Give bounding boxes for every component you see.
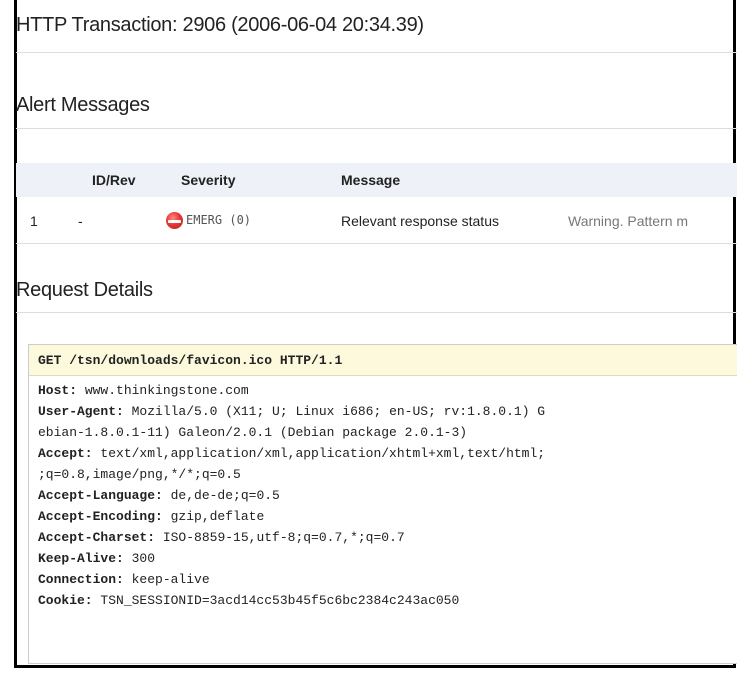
header-value: www.thinkingstone.com xyxy=(77,383,249,398)
header-key: Accept: xyxy=(38,446,93,461)
header-value: 300 xyxy=(123,551,156,566)
header-value: gzip,deflate xyxy=(162,509,265,524)
row-divider xyxy=(16,243,737,244)
header-value: TSN_SESSIONID=3acd14cc53b45f5c6bc2384c24… xyxy=(92,593,460,608)
no-entry-icon xyxy=(166,212,183,229)
request-divider xyxy=(16,312,737,313)
header-line-host: Host: www.thinkingstone.com xyxy=(38,383,249,398)
header-key: Connection: xyxy=(38,572,124,587)
request-line: GET /tsn/downloads/favicon.ico HTTP/1.1 xyxy=(38,353,343,368)
header-key: Accept-Encoding: xyxy=(38,509,163,524)
row-id-rev: - xyxy=(78,213,83,229)
request-line-bar: GET /tsn/downloads/favicon.ico HTTP/1.1 xyxy=(29,345,737,376)
column-header-message[interactable]: Message xyxy=(341,172,400,188)
header-line-accept-cont: ;q=0.8,image/png,*/*;q=0.5 xyxy=(38,467,241,482)
row-message-detail: Warning. Pattern m xyxy=(568,213,689,229)
header-value: Mozilla/5.0 (X11; U; Linux i686; en-US; … xyxy=(123,404,546,419)
header-key: Keep-Alive: xyxy=(38,551,124,566)
header-value: ;q=0.8,image/png,*/*;q=0.5 xyxy=(38,467,241,482)
header-key: Cookie: xyxy=(38,593,93,608)
row-message: Relevant response status xyxy=(341,213,499,229)
header-line-connection: Connection: keep-alive xyxy=(38,572,210,587)
header-key: Host: xyxy=(38,383,78,398)
header-value: de,de-de;q=0.5 xyxy=(162,488,280,503)
header-value: keep-alive xyxy=(123,572,210,587)
header-value: ISO-8859-15,utf-8;q=0.7,*;q=0.7 xyxy=(155,530,405,545)
page-title: HTTP Transaction: 2906 (2006-06-04 20:34… xyxy=(16,14,424,36)
header-line-accept: Accept: text/xml,application/xml,applica… xyxy=(38,446,545,461)
header-line-keep-alive: Keep-Alive: 300 xyxy=(38,551,155,566)
panel-border-bottom xyxy=(14,665,736,668)
header-line-user-agent: User-Agent: Mozilla/5.0 (X11; U; Linux i… xyxy=(38,404,545,419)
header-line-accept-language: Accept-Language: de,de-de;q=0.5 xyxy=(38,488,280,503)
header-line-cookie: Cookie: TSN_SESSIONID=3acd14cc53b45f5c6b… xyxy=(38,593,459,608)
title-divider xyxy=(16,52,737,53)
alert-messages-heading: Alert Messages xyxy=(16,94,150,116)
header-line-user-agent-cont: ebian-1.8.0.1-11) Galeon/2.0.1 (Debian p… xyxy=(38,425,467,440)
row-severity: EMERG (0) xyxy=(186,213,252,227)
alert-divider xyxy=(16,128,737,129)
header-key: Accept-Language: xyxy=(38,488,163,503)
column-header-severity[interactable]: Severity xyxy=(181,172,235,188)
request-details-heading: Request Details xyxy=(16,279,153,301)
header-key: User-Agent: xyxy=(38,404,124,419)
column-header-id-rev[interactable]: ID/Rev xyxy=(92,172,136,188)
header-line-accept-encoding: Accept-Encoding: gzip,deflate xyxy=(38,509,264,524)
header-value: ebian-1.8.0.1-11) Galeon/2.0.1 (Debian p… xyxy=(38,425,468,440)
header-key: Accept-Charset: xyxy=(38,530,156,545)
header-line-accept-charset: Accept-Charset: ISO-8859-15,utf-8;q=0.7,… xyxy=(38,530,405,545)
request-headers-box: GET /tsn/downloads/favicon.ico HTTP/1.1 … xyxy=(28,344,737,664)
header-value: text/xml,application/xml,application/xht… xyxy=(92,446,546,461)
row-number: 1 xyxy=(30,213,38,229)
